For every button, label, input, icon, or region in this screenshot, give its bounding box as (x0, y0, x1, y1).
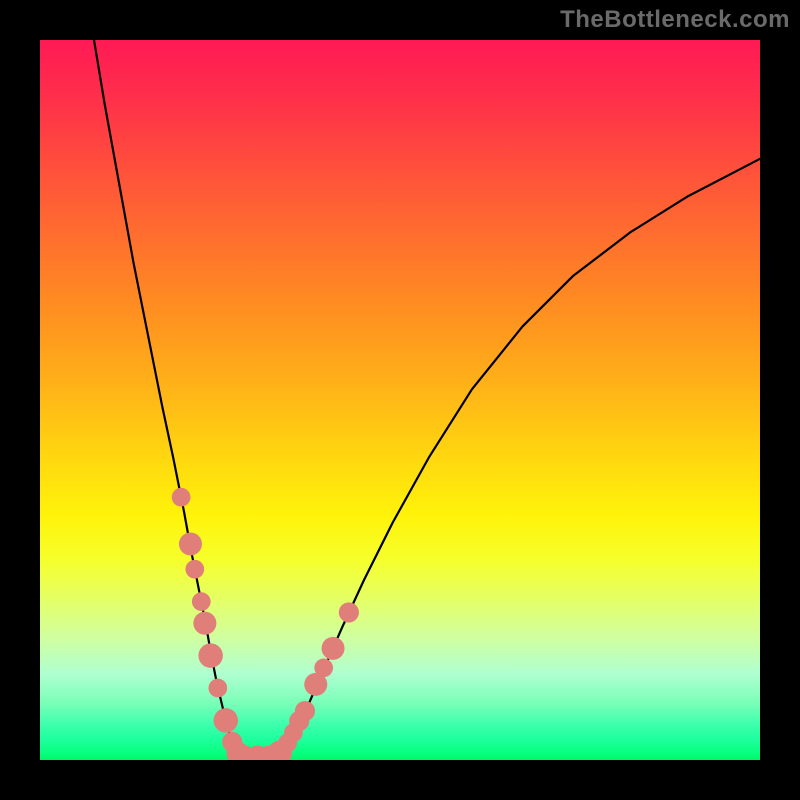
data-marker (193, 612, 216, 635)
marker-group (172, 488, 359, 760)
data-marker (192, 592, 211, 611)
data-marker (185, 560, 204, 579)
data-marker (339, 602, 359, 622)
data-marker (198, 643, 222, 667)
data-marker (179, 532, 202, 555)
plot-area (40, 40, 760, 760)
data-marker (314, 658, 333, 677)
watermark-text: TheBottleneck.com (560, 6, 790, 34)
data-marker (214, 708, 238, 732)
data-marker (295, 701, 315, 721)
curve-layer (40, 40, 760, 760)
data-marker (208, 679, 227, 698)
chart-stage: TheBottleneck.com (0, 0, 800, 800)
curve-group (94, 40, 760, 759)
data-marker (172, 488, 191, 507)
plot-frame (40, 40, 760, 760)
data-marker (322, 637, 345, 660)
curve-right (278, 159, 760, 756)
